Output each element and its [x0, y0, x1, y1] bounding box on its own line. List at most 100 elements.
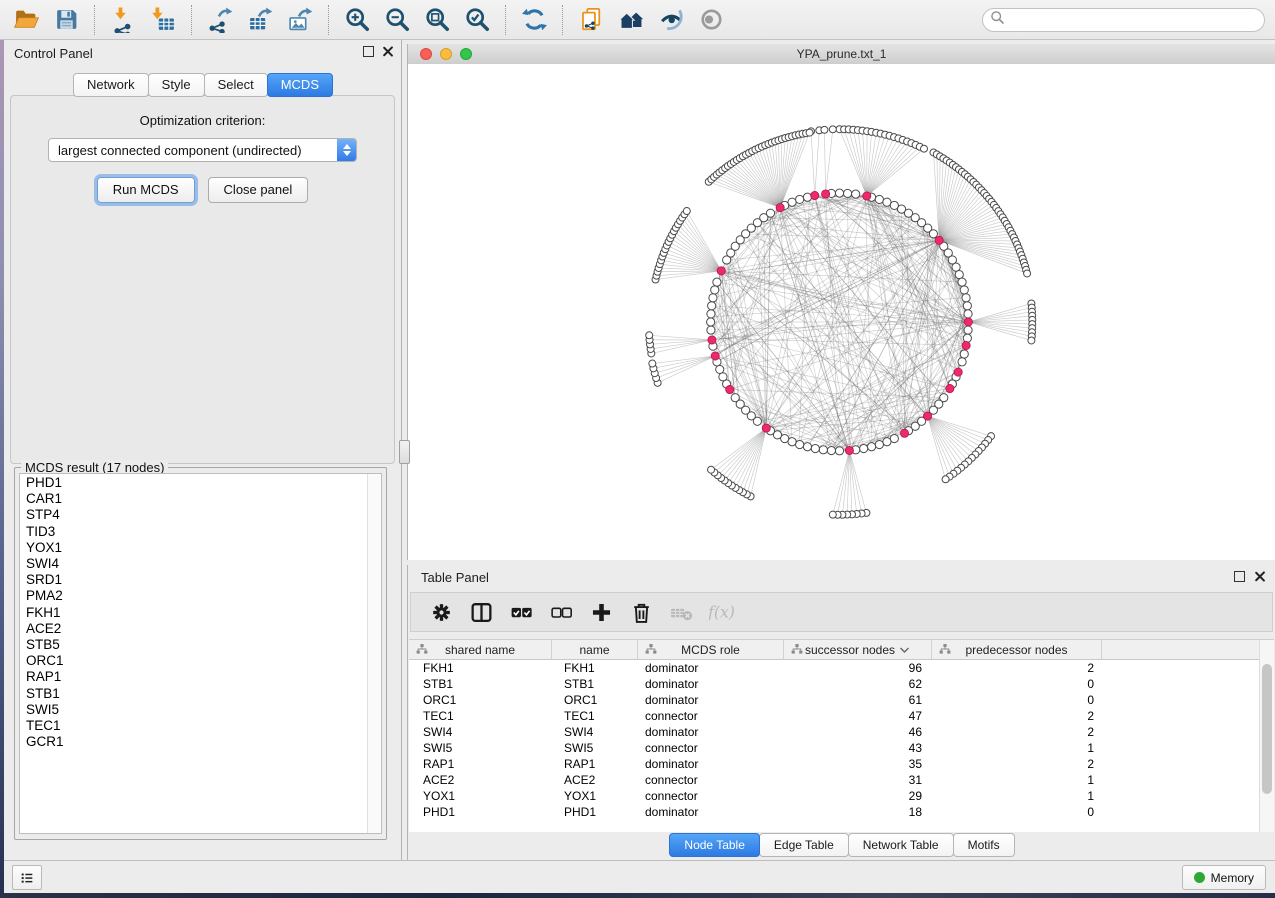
network-canvas[interactable] — [408, 64, 1275, 560]
delete-column-button[interactable] — [628, 599, 654, 625]
settings-button[interactable] — [428, 599, 454, 625]
table-row[interactable]: FKH1FKH1dominator962 — [409, 660, 1274, 676]
function-builder-button: f(x) — [708, 599, 734, 625]
mcds-result-item[interactable]: STB5 — [26, 637, 381, 653]
zoom-selected-button[interactable] — [457, 3, 497, 37]
tab-motifs[interactable]: Motifs — [953, 833, 1015, 857]
table-row[interactable]: ORC1ORC1dominator610 — [409, 692, 1274, 708]
table-row[interactable]: SWI5SWI5connector431 — [409, 740, 1274, 756]
table-row[interactable]: ACE2ACE2connector311 — [409, 772, 1274, 788]
column-header-predecessor-nodes[interactable]: predecessor nodes — [932, 640, 1102, 659]
table-row[interactable]: TEC1TEC1connector472 — [409, 708, 1274, 724]
close-panel-button[interactable]: Close panel — [208, 177, 309, 203]
tab-style[interactable]: Style — [148, 73, 205, 97]
run-mcds-button[interactable]: Run MCDS — [97, 177, 195, 203]
list-icon — [19, 868, 35, 888]
close-table-panel-icon[interactable] — [1254, 571, 1265, 582]
export-table-button[interactable] — [240, 3, 280, 37]
zoom-in-button[interactable] — [337, 3, 377, 37]
search-box[interactable] — [982, 8, 1265, 32]
tab-select[interactable]: Select — [204, 73, 268, 97]
task-history-button[interactable] — [12, 865, 42, 890]
cell-MCDS-role: dominator — [638, 804, 784, 820]
mcds-result-item[interactable]: PHD1 — [26, 475, 381, 491]
float-table-panel-icon[interactable] — [1234, 571, 1245, 582]
table-row[interactable]: YOX1YOX1connector291 — [409, 788, 1274, 804]
mcds-result-item[interactable]: STP4 — [26, 507, 381, 523]
mcds-result-item[interactable]: STB1 — [26, 686, 381, 702]
table-row[interactable]: STB1STB1dominator620 — [409, 676, 1274, 692]
cell-shared-name: ACE2 — [409, 772, 552, 788]
select-all-button[interactable] — [508, 599, 534, 625]
open-file-button[interactable] — [6, 3, 46, 37]
cell-MCDS-role: connector — [638, 772, 784, 788]
cell-MCDS-role: dominator — [638, 756, 784, 772]
close-panel-icon[interactable] — [382, 46, 393, 57]
open-file-icon — [13, 6, 40, 33]
mcds-result-item[interactable]: TEC1 — [26, 718, 381, 734]
criterion-select[interactable]: largest connected component (undirected) — [48, 138, 357, 162]
mcds-result-item[interactable]: ORC1 — [26, 653, 381, 669]
table-scrollbar[interactable] — [1259, 640, 1274, 832]
deselect-all-button[interactable] — [548, 599, 574, 625]
split-panel-icon — [469, 600, 494, 625]
mcds-result-list[interactable]: PHD1CAR1STP4TID3YOX1SWI4SRD1PMA2FKH1ACE2… — [19, 473, 382, 834]
network-window-titlebar[interactable]: YPA_prune.txt_1 — [408, 44, 1275, 65]
mcds-result-item[interactable]: CAR1 — [26, 491, 381, 507]
zoom-out-button[interactable] — [377, 3, 417, 37]
cell-name: ACE2 — [552, 772, 638, 788]
export-image-button[interactable] — [280, 3, 320, 37]
column-header-name[interactable]: name — [552, 640, 638, 659]
mcds-result-item[interactable]: SWI5 — [26, 702, 381, 718]
import-network-button[interactable] — [103, 3, 143, 37]
float-panel-icon[interactable] — [363, 46, 374, 57]
mcds-result-item[interactable]: YOX1 — [26, 540, 381, 556]
refresh-layout-button[interactable] — [514, 3, 554, 37]
mcds-result-item[interactable]: ACE2 — [26, 621, 381, 637]
mcds-result-item[interactable]: PMA2 — [26, 588, 381, 604]
table-row[interactable]: PHD1PHD1dominator180 — [409, 804, 1274, 820]
hide-labels-button[interactable] — [651, 3, 691, 37]
column-header-successor-nodes[interactable]: successor nodes — [784, 640, 932, 659]
column-header-shared-name[interactable]: shared name — [409, 640, 552, 659]
cell-shared-name: TEC1 — [409, 708, 552, 724]
toolbar-separator — [94, 5, 95, 35]
table-row[interactable]: SWI4SWI4dominator462 — [409, 724, 1274, 740]
table-scrollbar-thumb[interactable] — [1262, 664, 1272, 794]
column-header-MCDS-role[interactable]: MCDS role — [638, 640, 784, 659]
network-graph[interactable] — [408, 64, 1275, 560]
tab-mcds[interactable]: MCDS — [267, 73, 333, 97]
application-window: Control Panel NetworkStyleSelectMCDS Opt… — [0, 0, 1275, 898]
mcds-result-item[interactable]: RAP1 — [26, 669, 381, 685]
table-panel: Table Panel f(x) shared namenameMCDS rol… — [407, 565, 1275, 860]
mcds-list-scrollbar[interactable] — [367, 474, 381, 833]
search-input[interactable] — [1009, 10, 1264, 30]
mcds-result-item[interactable]: SRD1 — [26, 572, 381, 588]
import-table-button[interactable] — [143, 3, 183, 37]
tab-network[interactable]: Network — [73, 73, 149, 97]
tab-edge-table[interactable]: Edge Table — [759, 833, 849, 857]
panel-divider-handle[interactable] — [399, 440, 410, 464]
toggle-visibility-button[interactable] — [691, 3, 731, 37]
mcds-result-item[interactable]: SWI4 — [26, 556, 381, 572]
add-column-button[interactable] — [588, 599, 614, 625]
column-label: name — [579, 643, 609, 657]
zoom-selected-icon — [464, 6, 491, 33]
memory-status-icon — [1194, 872, 1205, 883]
mcds-result-item[interactable]: GCR1 — [26, 734, 381, 750]
zoom-fit-button[interactable] — [417, 3, 457, 37]
tab-node-table[interactable]: Node Table — [669, 833, 760, 857]
cell-shared-name: PHD1 — [409, 804, 552, 820]
tab-network-table[interactable]: Network Table — [848, 833, 954, 857]
share-document-button[interactable] — [571, 3, 611, 37]
save-session-button[interactable] — [46, 3, 86, 37]
export-network-button[interactable] — [200, 3, 240, 37]
mcds-result-item[interactable]: TID3 — [26, 524, 381, 540]
home-view-button[interactable] — [611, 3, 651, 37]
table-row[interactable]: RAP1RAP1dominator352 — [409, 756, 1274, 772]
cell-predecessor-nodes: 1 — [932, 772, 1102, 788]
export-image-icon — [287, 6, 314, 33]
split-panel-button[interactable] — [468, 599, 494, 625]
mcds-result-item[interactable]: FKH1 — [26, 605, 381, 621]
memory-button[interactable]: Memory — [1182, 865, 1266, 890]
